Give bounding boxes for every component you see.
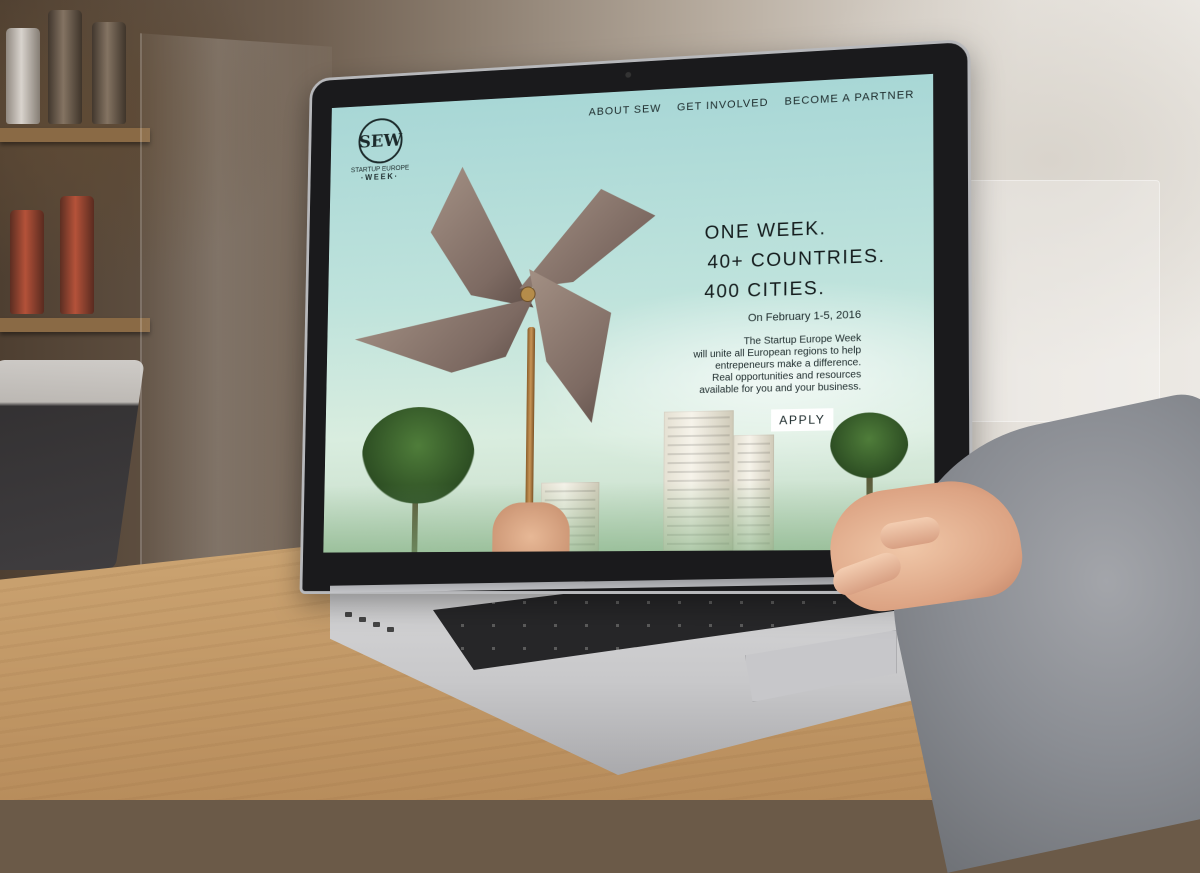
webcam: [624, 71, 631, 78]
jar: [6, 28, 40, 124]
event-description: The Startup Europe Week will unite all E…: [630, 333, 862, 399]
shelf: [0, 318, 150, 332]
apply-button[interactable]: APPLY: [771, 408, 834, 432]
nav-get-involved[interactable]: GET INVOLVED: [677, 97, 769, 114]
hand-holding-pinwheel: [491, 502, 570, 553]
logo-monogram: SEW: [358, 117, 403, 165]
event-date: On February 1-5, 2016: [747, 308, 862, 325]
glass-cabinet: [968, 180, 1160, 422]
jar: [48, 10, 82, 124]
website-viewport: SEW STARTUP EUROPE ·WEEK· ABOUT SEW GET …: [323, 73, 935, 553]
jar: [92, 22, 126, 124]
hero-headline-3: 400 CITIES.: [704, 278, 826, 303]
pinwheel-blade: [527, 266, 620, 425]
site-logo[interactable]: SEW STARTUP EUROPE ·WEEK·: [343, 116, 418, 183]
shelf: [0, 128, 150, 142]
main-nav: ABOUT SEW GET INVOLVED BECOME A PARTNER: [589, 89, 915, 119]
pinwheel-blade: [354, 298, 533, 375]
hero-headline-1: ONE WEEK.: [704, 218, 827, 244]
pinwheel-blade: [429, 163, 535, 311]
laptop-ports: [345, 612, 405, 642]
jar: [10, 210, 44, 314]
nav-become-partner[interactable]: BECOME A PARTNER: [785, 89, 915, 108]
pinwheel-blade: [519, 186, 655, 288]
palm-leaves: [830, 411, 909, 480]
background-laptop: [0, 360, 145, 570]
hero-headline-2: 40+ COUNTRIES.: [707, 245, 886, 274]
pinwheel-hub: [520, 286, 536, 303]
nav-about-sew[interactable]: ABOUT SEW: [589, 103, 662, 119]
jar: [60, 196, 94, 314]
